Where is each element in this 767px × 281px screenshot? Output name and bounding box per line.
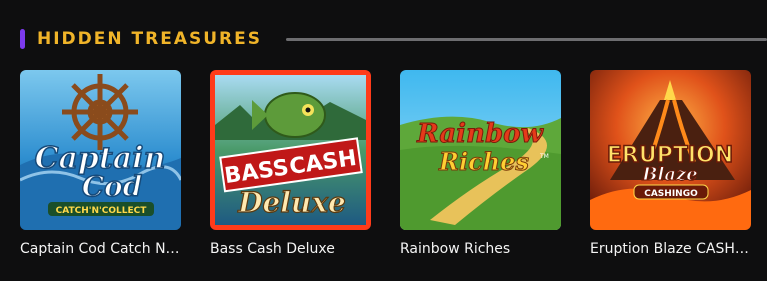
game-card-eruption-blaze[interactable]: ERUPTION Blaze CASHINGO Eruption Blaze C… — [590, 70, 751, 258]
game-title[interactable]: Eruption Blaze CASHINGO — [590, 240, 751, 258]
rainbow-road-icon: Rainbow Riches TM — [400, 70, 561, 230]
volcano-icon: ERUPTION Blaze CASHINGO — [590, 70, 751, 230]
game-title[interactable]: Rainbow Riches — [400, 240, 561, 258]
fish-icon: BASS CASH Deluxe — [210, 70, 371, 230]
game-title[interactable]: Bass Cash Deluxe — [210, 240, 371, 258]
trademark-mark: TM — [539, 153, 549, 160]
logo-line-2: Blaze — [641, 164, 697, 185]
game-card-bass-cash-deluxe[interactable]: BASS CASH Deluxe Bass Cash Deluxe — [210, 70, 371, 258]
section-header: HIDDEN TREASURES — [20, 28, 767, 50]
logo-tag: CATCH'N'COLLECT — [56, 206, 148, 216]
game-card-rainbow-riches[interactable]: Rainbow Riches TM Rainbow Riches — [400, 70, 561, 258]
logo-tag: CASHINGO — [644, 189, 698, 199]
game-title[interactable]: Captain Cod Catch N Collect — [20, 240, 181, 258]
game-thumbnail[interactable]: ERUPTION Blaze CASHINGO — [590, 70, 751, 230]
section-title: HIDDEN TREASURES — [37, 29, 262, 49]
section-accent-bar — [20, 29, 25, 49]
game-thumbnail[interactable]: Rainbow Riches TM — [400, 70, 561, 230]
game-carousel: Captain Cod CATCH'N'COLLECT Captain Cod … — [20, 70, 751, 258]
logo-line-2: Riches — [438, 147, 529, 176]
game-thumbnail[interactable]: BASS CASH Deluxe — [210, 70, 371, 230]
logo-tag: Deluxe — [237, 186, 346, 219]
game-card-captain-cod[interactable]: Captain Cod CATCH'N'COLLECT Captain Cod … — [20, 70, 181, 258]
ship-wheel-icon: Captain Cod CATCH'N'COLLECT — [20, 70, 181, 230]
logo-line-1: Rainbow — [416, 119, 544, 149]
game-thumbnail[interactable]: Captain Cod CATCH'N'COLLECT — [20, 70, 181, 230]
section-divider — [286, 37, 767, 41]
logo-line-2: Cod — [82, 170, 143, 203]
